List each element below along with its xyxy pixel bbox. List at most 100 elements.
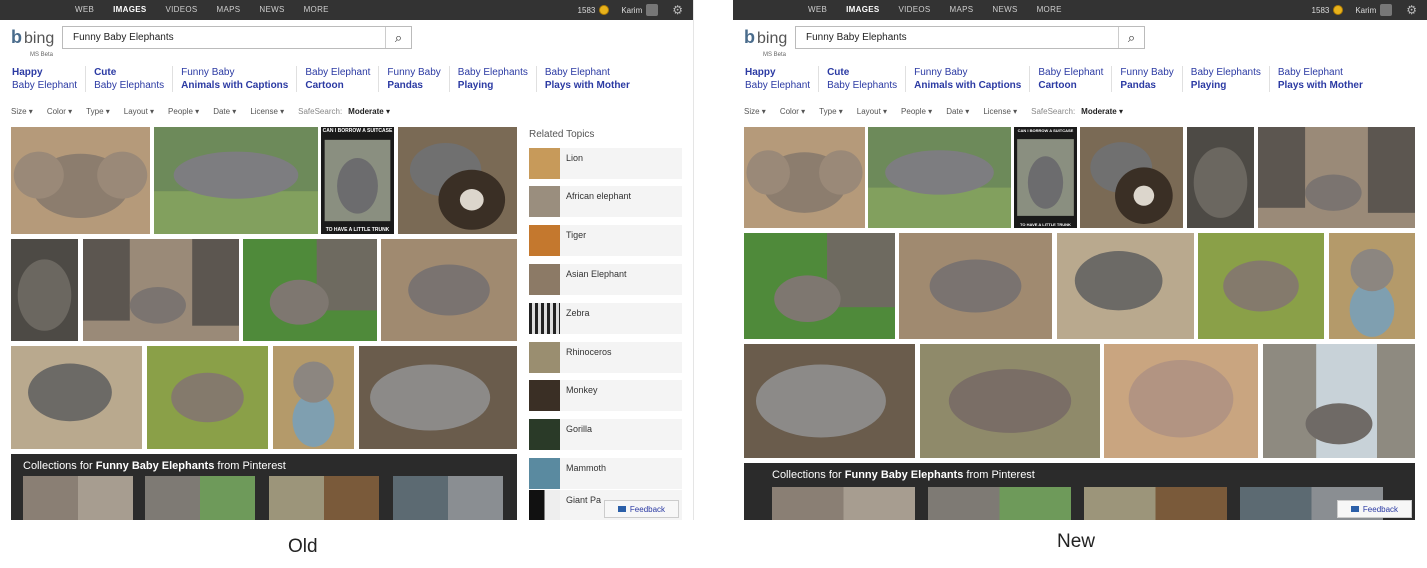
safesearch-dropdown[interactable]: Moderate ▾ xyxy=(1081,107,1123,116)
filter-color[interactable]: Color ▾ xyxy=(780,107,805,116)
image-result[interactable] xyxy=(1258,127,1415,228)
bing-logo[interactable]: b bing xyxy=(11,27,54,48)
image-result[interactable] xyxy=(744,233,895,339)
filter-people[interactable]: People ▾ xyxy=(168,107,199,116)
related-search-5[interactable]: Baby Elephants Playing xyxy=(1191,66,1270,92)
avatar[interactable] xyxy=(646,4,659,16)
image-result[interactable] xyxy=(1198,233,1324,339)
collection-thumbnail[interactable] xyxy=(928,487,1071,520)
filter-layout[interactable]: Layout ▾ xyxy=(857,107,887,116)
image-result[interactable] xyxy=(381,239,517,341)
filter-color[interactable]: Color ▾ xyxy=(47,107,72,116)
image-result[interactable] xyxy=(154,127,318,234)
nav-more[interactable]: MORE xyxy=(304,0,329,20)
filter-size[interactable]: Size ▾ xyxy=(11,107,33,116)
user-name[interactable]: Karim xyxy=(1355,6,1376,15)
image-result[interactable] xyxy=(744,127,865,228)
image-result[interactable] xyxy=(273,346,354,449)
nav-images[interactable]: IMAGES xyxy=(846,0,879,20)
safesearch-dropdown[interactable]: Moderate ▾ xyxy=(348,107,390,116)
related-search-5[interactable]: Baby Elephants Playing xyxy=(458,66,537,92)
related-topic-zebra[interactable]: Zebra xyxy=(529,303,682,334)
related-topic-monkey[interactable]: Monkey xyxy=(529,380,682,411)
nav-news[interactable]: NEWS xyxy=(259,0,284,20)
filter-type[interactable]: Type ▾ xyxy=(819,107,843,116)
related-topic-rhinoceros[interactable]: Rhinoceros xyxy=(529,342,682,373)
related-topic-asian-elephant[interactable]: Asian Elephant xyxy=(529,264,682,295)
search-button[interactable]: ⌕ xyxy=(385,27,411,48)
related-search-2[interactable]: Funny Baby Animals with Captions xyxy=(181,66,298,92)
gear-icon[interactable]: ⚙ xyxy=(1406,0,1417,20)
filter-people[interactable]: People ▾ xyxy=(901,107,932,116)
image-result[interactable] xyxy=(744,344,915,458)
image-result[interactable] xyxy=(868,127,1011,228)
related-search-4[interactable]: Funny Baby Pandas xyxy=(1120,66,1183,92)
related-topic-african-elephant[interactable]: African elephant xyxy=(529,186,682,217)
user-name[interactable]: Karim xyxy=(621,6,642,15)
filter-date[interactable]: Date ▾ xyxy=(213,107,236,116)
nav-web[interactable]: WEB xyxy=(808,0,827,20)
image-result[interactable] xyxy=(899,233,1052,339)
image-result[interactable] xyxy=(1080,127,1183,228)
collection-thumbnail[interactable] xyxy=(269,476,379,520)
image-result[interactable] xyxy=(1329,233,1415,339)
search-input[interactable]: Funny Baby Elephants xyxy=(806,32,907,43)
related-search-4[interactable]: Funny Baby Pandas xyxy=(387,66,450,92)
filter-license[interactable]: License ▾ xyxy=(983,107,1017,116)
related-search-6[interactable]: Baby Elephant Plays with Mother xyxy=(545,66,638,92)
nav-web[interactable]: WEB xyxy=(75,0,94,20)
search-button[interactable]: ⌕ xyxy=(1118,27,1144,48)
search-box[interactable]: Funny Baby Elephants ⌕ xyxy=(62,26,412,49)
collection-thumbnail[interactable] xyxy=(145,476,255,520)
nav-images[interactable]: IMAGES xyxy=(113,0,146,20)
nav-maps[interactable]: MAPS xyxy=(217,0,241,20)
related-topic-lion[interactable]: Lion xyxy=(529,148,682,179)
image-result[interactable] xyxy=(11,239,78,341)
image-result[interactable]: CAN I BORROW A SUITCASE TO HAVE A LITTLE… xyxy=(1014,127,1077,228)
nav-videos[interactable]: VIDEOS xyxy=(898,0,930,20)
filter-type[interactable]: Type ▾ xyxy=(86,107,110,116)
related-search-2[interactable]: Funny Baby Animals with Captions xyxy=(914,66,1031,92)
related-search-1[interactable]: Cute Baby Elephants xyxy=(827,66,907,92)
collection-thumbnail[interactable] xyxy=(1084,487,1227,520)
rewards-points[interactable]: 1583 xyxy=(578,6,596,15)
related-search-6[interactable]: Baby Elephant Plays with Mother xyxy=(1278,66,1371,92)
collection-thumbnail[interactable] xyxy=(393,476,503,520)
bing-logo[interactable]: b bing xyxy=(744,27,787,48)
filter-date[interactable]: Date ▾ xyxy=(946,107,969,116)
related-search-0[interactable]: Happy Baby Elephant xyxy=(12,66,87,92)
feedback-button[interactable]: Feedback xyxy=(1337,500,1412,518)
image-result[interactable] xyxy=(1187,127,1254,228)
rewards-points[interactable]: 1583 xyxy=(1312,6,1330,15)
related-search-3[interactable]: Baby Elephant Cartoon xyxy=(305,66,380,92)
gear-icon[interactable]: ⚙ xyxy=(672,0,683,20)
rewards-medal-icon[interactable] xyxy=(599,5,610,15)
collection-thumbnail[interactable] xyxy=(772,487,915,520)
image-result[interactable] xyxy=(147,346,268,449)
related-topic-mammoth[interactable]: Mammoth xyxy=(529,458,682,489)
image-result[interactable] xyxy=(11,346,142,449)
related-search-0[interactable]: Happy Baby Elephant xyxy=(745,66,820,92)
image-result[interactable] xyxy=(1057,233,1194,339)
image-result[interactable] xyxy=(11,127,150,234)
rewards-medal-icon[interactable] xyxy=(1333,5,1344,15)
nav-videos[interactable]: VIDEOS xyxy=(165,0,197,20)
image-result[interactable] xyxy=(1104,344,1258,458)
related-search-1[interactable]: Cute Baby Elephants xyxy=(94,66,174,92)
image-result[interactable] xyxy=(398,127,517,234)
image-result[interactable] xyxy=(359,346,517,449)
filter-size[interactable]: Size ▾ xyxy=(744,107,766,116)
search-input[interactable]: Funny Baby Elephants xyxy=(73,32,174,43)
search-box[interactable]: Funny Baby Elephants ⌕ xyxy=(795,26,1145,49)
image-result[interactable] xyxy=(920,344,1100,458)
image-result[interactable] xyxy=(83,239,239,341)
collection-thumbnail[interactable] xyxy=(23,476,133,520)
nav-more[interactable]: MORE xyxy=(1037,0,1062,20)
feedback-button[interactable]: Feedback xyxy=(604,500,679,518)
related-topic-tiger[interactable]: Tiger xyxy=(529,225,682,256)
filter-license[interactable]: License ▾ xyxy=(250,107,284,116)
nav-news[interactable]: NEWS xyxy=(992,0,1017,20)
filter-layout[interactable]: Layout ▾ xyxy=(124,107,154,116)
related-topic-gorilla[interactable]: Gorilla xyxy=(529,419,682,450)
image-result[interactable] xyxy=(243,239,377,341)
